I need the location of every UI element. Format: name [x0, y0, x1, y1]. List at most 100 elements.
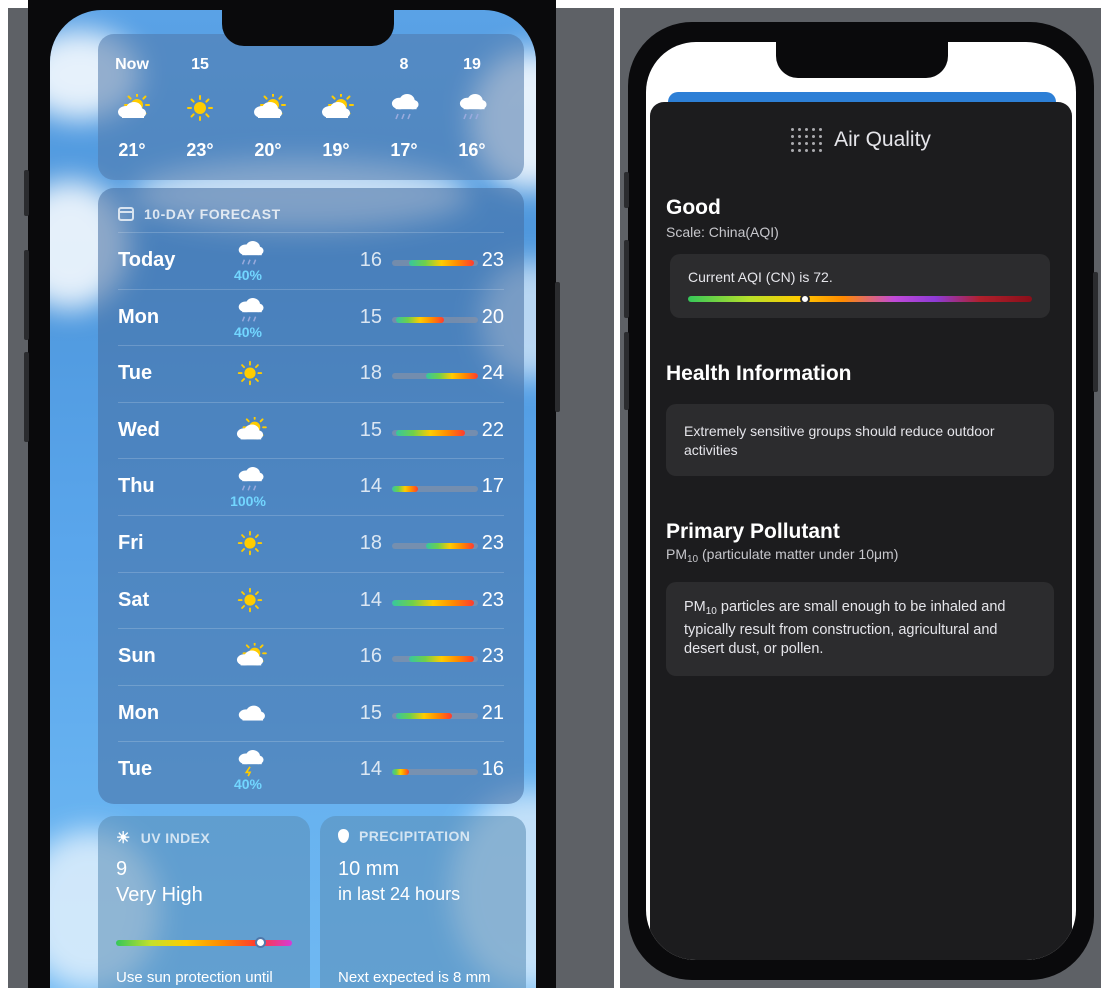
forecast-row[interactable]: Today 40% 16 23	[118, 232, 504, 288]
temp-low: 16	[359, 249, 382, 271]
partly-cloudy-sun-icon	[230, 414, 270, 445]
temp-high: 23	[481, 532, 504, 554]
divider	[614, 0, 620, 988]
uv-index-tile[interactable]: ☀ UV INDEX 9 Very High Use sun protectio…	[98, 816, 310, 988]
temp-high: 21	[481, 701, 504, 724]
precip-chance: 40%	[233, 776, 263, 793]
aqi-status: Good	[666, 196, 721, 219]
thunderstorm-icon	[230, 750, 270, 778]
forecast-day: Mon	[118, 305, 160, 328]
temp-low: 18	[359, 362, 382, 385]
forecast-day: Mon	[118, 701, 160, 724]
temp-high: 24	[481, 362, 504, 385]
rain-cloud-icon	[230, 297, 270, 326]
cloud-icon	[230, 700, 270, 728]
temp-high: 17	[481, 475, 504, 498]
temp-range-bar	[392, 260, 478, 266]
notch	[222, 10, 394, 46]
forecast-row[interactable]: Tue 40% 14 16	[118, 741, 504, 797]
forecast-row[interactable]: Mon 40% 15 20	[118, 288, 504, 345]
drop-icon	[338, 829, 349, 843]
uv-footer: Use sun protection until 17:00	[116, 969, 273, 988]
sun-icon	[230, 587, 270, 615]
temp-low: 16	[359, 645, 382, 668]
precip-header: PRECIPITATION	[338, 828, 470, 844]
temp-high: 16	[481, 758, 504, 781]
air-quality-sheet[interactable]: Air Quality Good Scale: China(AQI) Curre…	[650, 102, 1072, 960]
aqi-scale: Scale: China(AQI)	[666, 224, 779, 240]
rain-cloud-icon	[230, 241, 270, 269]
sun-icon	[230, 360, 270, 388]
temp-range-bar	[392, 712, 478, 719]
sun-icon	[170, 94, 230, 124]
forecast-row[interactable]: Sat 14 23	[118, 571, 504, 628]
uv-value: 9	[116, 858, 128, 880]
aqi-gradient-bar	[688, 296, 1032, 302]
partly-cloudy-sun-icon	[306, 92, 366, 124]
forecast-day: Fri	[118, 532, 144, 554]
temp-low: 15	[359, 305, 382, 328]
hour-temp: 16°	[458, 140, 486, 160]
sheet-title: Air Quality	[650, 128, 1072, 152]
precip-chance: 40%	[233, 323, 263, 340]
temp-low: 14	[359, 588, 382, 611]
forecast-day: Sun	[118, 645, 156, 668]
rain-cloud-icon	[374, 94, 434, 124]
temp-range-fill	[392, 486, 418, 493]
hourly-forecast-card[interactable]: Now 21° 15 23° 20° 19° 8 17° 19 16°	[98, 34, 524, 180]
temp-range-bar	[392, 543, 478, 549]
temp-low: 14	[359, 475, 382, 498]
uv-indicator	[255, 937, 267, 948]
forecast-row[interactable]: Thu 100% 14 17	[118, 458, 504, 514]
precipitation-tile[interactable]: PRECIPITATION 10 mm in last 24 hours Nex…	[320, 816, 526, 988]
forecast-day: Today	[118, 249, 176, 271]
sheet-title-label: Air Quality	[834, 128, 931, 151]
mute-switch	[624, 172, 629, 208]
hour-temp: 17°	[390, 140, 418, 160]
temp-range-bar	[392, 656, 478, 663]
sun-icon	[230, 530, 270, 558]
temp-low: 15	[359, 701, 382, 724]
temp-range-fill	[396, 429, 466, 436]
forecast-row[interactable]: Tue 18 24	[118, 345, 504, 401]
pollutant-title: Primary Pollutant	[666, 520, 840, 543]
air-quality-screen[interactable]: Air Quality Good Scale: China(AQI) Curre…	[646, 42, 1076, 960]
temp-high: 23	[481, 249, 504, 271]
right-phone-frame: Air Quality Good Scale: China(AQI) Curre…	[624, 22, 1098, 980]
calendar-icon	[118, 207, 134, 221]
forecast-row[interactable]: Mon 15 21	[118, 684, 504, 741]
hour-time: 19	[463, 56, 481, 73]
temp-high: 22	[481, 418, 504, 441]
temp-range-bar	[392, 486, 478, 493]
volume-up-button	[624, 240, 629, 318]
hour-time: 15	[191, 56, 209, 73]
precip-footer: Next expected is 8 mm on Mon	[338, 969, 491, 988]
notch	[776, 42, 948, 78]
hour-temp: 23°	[186, 140, 214, 160]
temp-range-bar	[392, 316, 478, 323]
forecast-row[interactable]: Sun 16 23	[118, 628, 504, 684]
forecast-day: Tue	[118, 362, 153, 385]
health-text: Extremely sensitive groups should reduce…	[684, 423, 995, 458]
temp-range-fill	[426, 373, 478, 380]
forecast-row[interactable]: Fri 18 23	[118, 515, 504, 571]
weather-screen[interactable]: Now 21° 15 23° 20° 19° 8 17° 19 16° 10-DAY FORECA…	[50, 10, 536, 988]
forecast-day: Tue	[118, 758, 153, 781]
hour-time: Now	[115, 56, 149, 73]
volume-up-button	[24, 250, 29, 340]
power-button	[1093, 272, 1098, 392]
temp-range-fill	[392, 599, 474, 606]
temp-high: 20	[481, 305, 504, 328]
ten-day-forecast-card[interactable]: 10-DAY FORECAST Today 40% 16 23 Mon 40% 15 20 Tu…	[98, 188, 524, 804]
forecast-day: Wed	[118, 418, 160, 441]
hour-temp: 20°	[254, 140, 282, 160]
temp-high: 23	[481, 645, 504, 668]
aqi-card: Current AQI (CN) is 72.	[670, 254, 1050, 318]
temp-range-bar	[392, 373, 478, 380]
temp-range-bar	[392, 769, 478, 776]
air-quality-icon	[791, 128, 823, 152]
precip-chance: 40%	[233, 267, 263, 283]
forecast-row[interactable]: Wed 15 22	[118, 401, 504, 458]
temp-range-fill	[409, 656, 474, 663]
rain-cloud-icon	[442, 94, 502, 124]
